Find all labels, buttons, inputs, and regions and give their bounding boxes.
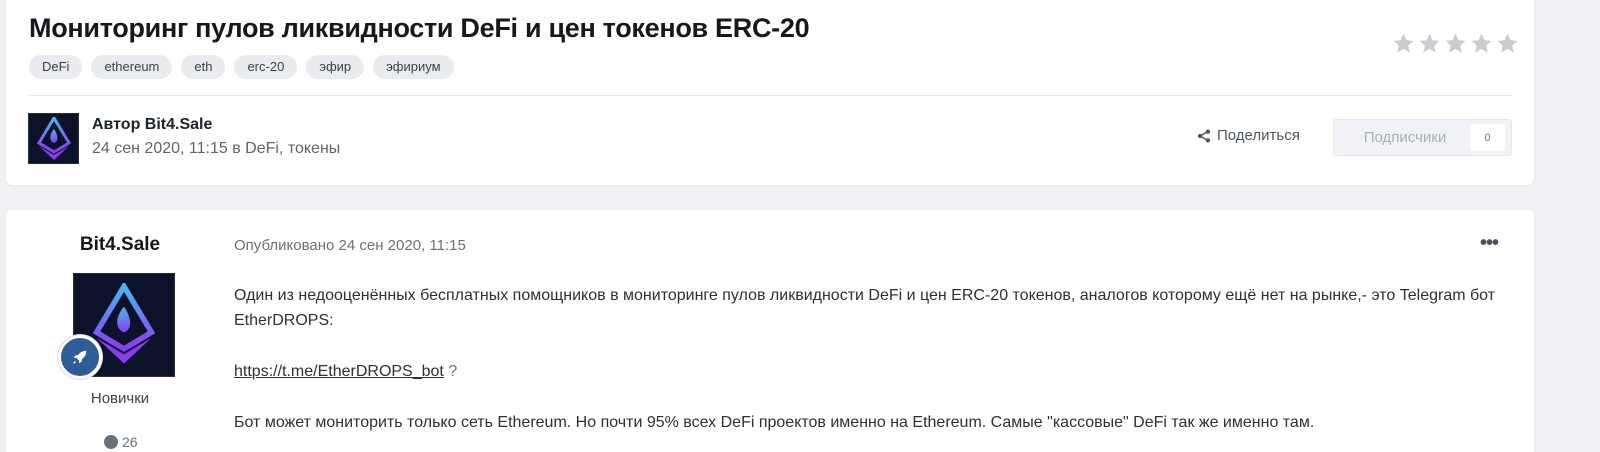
post-count-value: 26 [122,434,138,450]
share-label: Поделиться [1217,127,1300,144]
post-date[interactable]: Опубликовано 24 сен 2020, 11:15 [234,237,466,254]
share-icon [1197,128,1211,143]
tag-efirium[interactable]: эфириум [373,55,454,79]
star-icon[interactable] [1496,32,1519,55]
follow-button[interactable]: Подписчики 0 [1333,119,1512,156]
followers-count: 0 [1470,124,1505,151]
star-icon[interactable] [1444,32,1467,55]
rank-badge [58,335,102,379]
post-link-line: https://t.me/EtherDROPS_bot ? [234,359,1504,384]
avatar[interactable] [28,113,79,164]
link-suffix: ? [443,363,458,380]
rocket-icon [73,350,87,364]
star-rating [1392,32,1519,55]
rank-title: Новички [90,390,150,407]
post-paragraph: Бот может мониторить только сеть Ethereu… [234,414,1315,431]
star-icon[interactable] [1470,32,1493,55]
star-icon[interactable] [1418,32,1441,55]
divider [29,95,1512,96]
post-menu-button[interactable]: ••• [1480,232,1499,255]
tag-eth[interactable]: eth [181,55,226,79]
topic-meta: 24 сен 2020, 11:15 в DeFi, токены [92,140,341,157]
post-count: 26 [104,434,138,450]
post-content: Один из недооценённых бесплатных помощни… [234,283,1504,435]
share-button[interactable]: Поделиться [1197,127,1300,144]
author-name[interactable]: Автор Bit4.Sale [92,116,212,134]
topic-header: Мониторинг пулов ликвидности DeFi и цен … [6,0,1534,185]
tag-efir[interactable]: эфир [306,55,365,79]
page-title: Мониторинг пулов ликвидности DeFi и цен … [29,13,810,43]
comment-icon [104,435,118,449]
tag-ethereum[interactable]: ethereum [91,55,173,79]
tag-list: DeFi ethereum eth erc-20 эфир эфириум [29,55,454,79]
tag-erc-20[interactable]: erc-20 [234,55,298,79]
tag-defi[interactable]: DeFi [29,55,83,79]
post: Bit4.Sale Новички 26 Опубликовано 24 сен… [6,210,1534,452]
post-author-name[interactable]: Bit4.Sale [6,234,234,256]
ethereum-drop-logo-icon [36,116,71,160]
star-icon[interactable] [1392,32,1415,55]
telegram-bot-link[interactable]: https://t.me/EtherDROPS_bot [234,363,444,380]
followers-label: Подписчики [1363,129,1447,146]
post-paragraph: Один из недооценённых бесплатных помощни… [234,287,1496,329]
